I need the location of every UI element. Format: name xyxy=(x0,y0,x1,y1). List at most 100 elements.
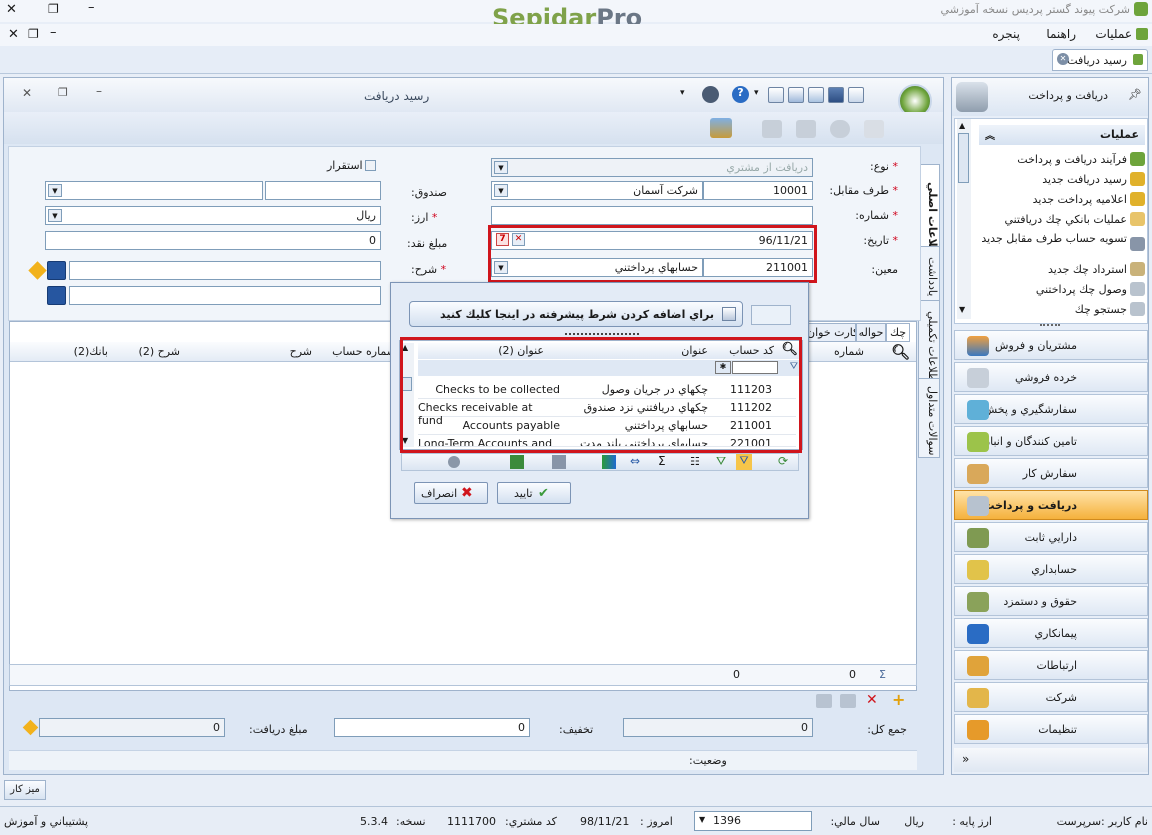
collapse-icon[interactable]: ︽ xyxy=(985,127,995,142)
print-icon[interactable] xyxy=(768,87,784,103)
op-new-payment[interactable]: اعلاميه پرداخت جديد xyxy=(977,193,1127,206)
type-select[interactable]: دريافت از مشتري xyxy=(491,158,813,177)
cancel-button[interactable]: ✖ انصراف xyxy=(414,482,488,504)
restore-window-icon[interactable]: ❐ xyxy=(28,27,39,41)
nav-orders-distribution[interactable]: سفارشگيري و پخش xyxy=(954,394,1148,424)
tab-transfer[interactable]: حواله xyxy=(856,323,886,342)
op-process[interactable]: فرآيند دريافت و پرداخت xyxy=(977,153,1127,166)
discount-input[interactable]: 0 xyxy=(334,718,530,737)
close-app-icon[interactable]: ✕ xyxy=(6,2,17,17)
ops-scroll-down-icon[interactable]: ▼ xyxy=(959,305,965,314)
tab-cheque[interactable]: چك xyxy=(886,323,910,342)
group-icon[interactable]: ☷ xyxy=(690,455,700,468)
number-input[interactable] xyxy=(491,206,813,225)
delete-row-icon[interactable]: ✕ xyxy=(866,692,878,708)
col-number[interactable]: شماره xyxy=(834,345,864,358)
popup-search-box[interactable] xyxy=(751,305,791,325)
fund-name-select[interactable] xyxy=(45,181,263,200)
support-link[interactable]: پشتيباني و آموزش xyxy=(4,815,88,828)
new-icon[interactable] xyxy=(864,120,884,138)
desc-input[interactable] xyxy=(69,261,381,280)
ops-scroll-thumb[interactable] xyxy=(958,133,969,183)
save-new-icon[interactable] xyxy=(808,87,824,103)
sum-icon[interactable]: Σ xyxy=(658,454,666,468)
op-bank-cheque[interactable]: عمليات بانكي چك دريافتني xyxy=(977,213,1127,226)
fund-code-input[interactable] xyxy=(265,181,381,200)
overflow-chevron-icon[interactable]: » xyxy=(962,752,969,766)
nav-retail[interactable]: خرده فروشي xyxy=(954,362,1148,392)
desktop-button[interactable]: ميز كار xyxy=(4,780,46,800)
party-name-select[interactable]: شركت آسمان xyxy=(491,181,703,200)
stable-checkbox[interactable] xyxy=(365,160,376,171)
op-search-cheque[interactable]: جستجو چك xyxy=(977,303,1127,316)
col-bank2[interactable]: بانك(2) xyxy=(74,345,108,358)
help-icon[interactable]: ? xyxy=(732,86,749,103)
nav-company[interactable]: شركت xyxy=(954,682,1148,712)
form-restore-icon[interactable]: ❐ xyxy=(58,86,68,99)
minimize-app-icon[interactable]: – xyxy=(88,0,95,15)
nav-contracting[interactable]: پيمانكاري xyxy=(954,618,1148,648)
op-return-cheque[interactable]: استرداد چك جديد xyxy=(977,263,1127,276)
nav-settings[interactable]: تنظيمات xyxy=(954,714,1148,744)
cash-amount-input[interactable]: 0 xyxy=(45,231,381,250)
vtab-notes[interactable]: يادداشت xyxy=(918,246,940,302)
op-settlement[interactable]: تسويه حساب طرف مقابل جديد xyxy=(977,233,1127,245)
ok-button[interactable]: ✔ تاييد xyxy=(497,482,571,504)
save-close-icon[interactable] xyxy=(788,87,804,103)
minimize-window-icon[interactable]: – xyxy=(50,25,57,40)
save-desc-icon[interactable] xyxy=(47,261,66,280)
form-close-icon[interactable]: ✕ xyxy=(22,86,32,100)
filter-green-icon[interactable]: ⛛ xyxy=(716,454,726,469)
menu-item-window[interactable]: پنجره xyxy=(992,27,1020,41)
year-dropdown-icon[interactable]: ▼ xyxy=(699,815,705,824)
nav-overflow[interactable]: » xyxy=(954,748,1148,772)
vtab-additional[interactable]: اطلاعات تكميلي xyxy=(918,300,940,390)
col-desc2[interactable]: شرح (2) xyxy=(139,345,180,358)
print-grid-icon[interactable] xyxy=(552,455,566,469)
close-tab-icon[interactable]: ✕ xyxy=(1057,53,1069,65)
currency-select[interactable]: ريال xyxy=(45,206,381,225)
ops-scroll-up-icon[interactable]: ▲ xyxy=(959,121,965,130)
close-window-icon[interactable]: ✕ xyxy=(8,27,19,42)
advanced-filter-button[interactable]: براي اضافه كردن شرط پيشرفته در اينجا كلي… xyxy=(409,301,743,327)
columns-icon[interactable] xyxy=(602,455,616,469)
nav-fixed-assets[interactable]: دارايي ثابت xyxy=(954,522,1148,552)
form-minimize-icon[interactable]: – xyxy=(96,84,102,98)
back-icon[interactable] xyxy=(762,120,782,138)
nav-customers-sales[interactable]: مشتريان و فروش xyxy=(954,330,1148,360)
excel-icon[interactable] xyxy=(510,455,524,469)
new-doc-icon[interactable] xyxy=(848,87,864,103)
op-collect-cheque[interactable]: وصول چك پرداختني xyxy=(977,283,1127,296)
tab-card-reader[interactable]: كارت خوان xyxy=(806,323,856,342)
filter-active-icon[interactable]: ⛛ xyxy=(736,454,752,470)
toolbar-dropdown-icon[interactable]: ▾ xyxy=(680,88,685,98)
col-account-number[interactable]: شماره حساب xyxy=(332,345,396,358)
fiscal-year-select[interactable]: 1396 ▼ xyxy=(694,811,812,831)
party-dropdown-icon[interactable]: ▼ xyxy=(494,184,508,197)
op-new-receipt[interactable]: رسيد دريافت جديد xyxy=(977,173,1127,186)
save-icon[interactable] xyxy=(828,87,844,103)
compass-icon[interactable] xyxy=(702,86,719,103)
type-dropdown-icon[interactable]: ▼ xyxy=(494,161,508,174)
currency-dropdown-icon[interactable]: ▼ xyxy=(48,209,62,222)
nav-receive-pay[interactable]: دريافت و پرداخت xyxy=(954,490,1148,520)
add-row-icon[interactable]: + xyxy=(892,690,905,709)
splitter-handle[interactable] xyxy=(1040,324,1060,327)
nav-payroll[interactable]: حقوق و دستمزد xyxy=(954,586,1148,616)
toolbar-circle-icon[interactable] xyxy=(448,456,460,468)
fund-dropdown-icon[interactable]: ▼ xyxy=(48,184,62,197)
nav-communications[interactable]: ارتباطات xyxy=(954,650,1148,680)
vtab-faq[interactable]: سوالات متداول xyxy=(918,378,940,458)
nav-accounting[interactable]: حسابداري xyxy=(954,554,1148,584)
ship-icon[interactable] xyxy=(710,118,732,138)
menu-item-operations[interactable]: عمليات xyxy=(1095,27,1132,41)
menu-item-help[interactable]: راهنما xyxy=(1046,27,1076,41)
restore-app-icon[interactable]: ❐ xyxy=(48,2,59,16)
grid-search-icon[interactable]: 🔍︎ xyxy=(891,343,910,361)
forward-icon[interactable] xyxy=(796,120,816,138)
nav-suppliers-warehouse[interactable]: تامين كنندگان و انبار xyxy=(954,426,1148,456)
tab-receipt[interactable]: رسيد دريافت ✕ xyxy=(1052,49,1148,71)
row-down-icon[interactable] xyxy=(840,694,856,708)
delete-icon[interactable] xyxy=(830,120,850,138)
nav-work-order[interactable]: سفارش كار xyxy=(954,458,1148,488)
